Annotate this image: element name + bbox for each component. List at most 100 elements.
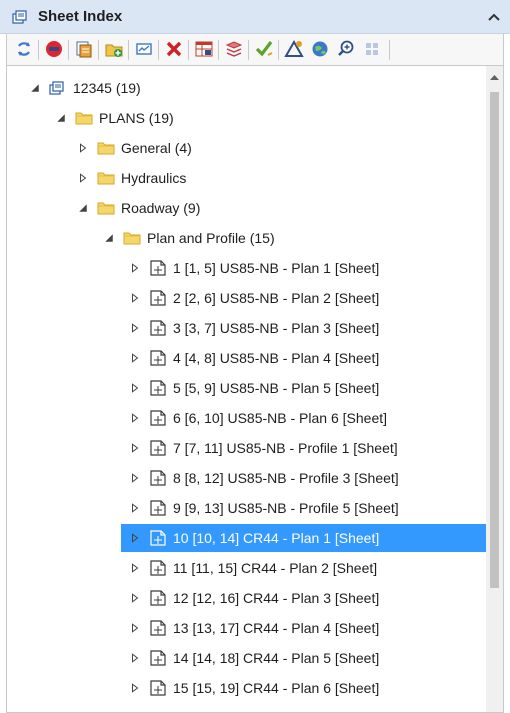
tree-node-plan-and-profile[interactable]: Plan and Profile (15)	[101, 224, 275, 252]
collapsed-arrow-icon[interactable]	[127, 560, 143, 576]
expanded-arrow-icon[interactable]	[53, 110, 69, 126]
collapsed-arrow-icon[interactable]	[127, 530, 143, 546]
sheet-row[interactable]: 15 [15, 19] CR44 - Plan 6 [Sheet]	[127, 674, 379, 702]
toolbar	[6, 34, 504, 66]
expanded-arrow-icon[interactable]	[101, 230, 117, 246]
stop-icon[interactable]	[43, 38, 65, 60]
sheet-icon	[149, 500, 167, 516]
sheet-row[interactable]: 5 [5, 9] US85-NB - Plan 5 [Sheet]	[127, 374, 379, 402]
scroll-up-arrow-icon[interactable]	[486, 70, 503, 84]
sheet-icon	[149, 470, 167, 486]
collapsed-arrow-icon[interactable]	[127, 470, 143, 486]
sheet-icon	[149, 320, 167, 336]
sheet-icon	[149, 410, 167, 426]
collapsed-arrow-icon[interactable]	[127, 350, 143, 366]
sheet-row[interactable]: 8 [8, 12] US85-NB - Profile 3 [Sheet]	[127, 464, 399, 492]
collapsed-arrow-icon[interactable]	[75, 140, 91, 156]
sheet-icon	[149, 290, 167, 306]
vertical-scrollbar[interactable]	[486, 66, 503, 712]
table-icon[interactable]	[193, 38, 215, 60]
sheet-label: 2 [2, 6] US85-NB - Plan 2 [Sheet]	[173, 290, 380, 306]
tree-node-label: 12345 (19)	[73, 80, 141, 96]
sheet-icon	[149, 620, 167, 636]
globe-icon[interactable]	[309, 38, 331, 60]
tree-node-label: Roadway (9)	[121, 200, 201, 216]
sheet-row[interactable]: 4 [4, 8] US85-NB - Plan 4 [Sheet]	[127, 344, 379, 372]
sheet-row[interactable]: 14 [14, 18] CR44 - Plan 5 [Sheet]	[127, 644, 379, 672]
tree-node-root[interactable]: 12345 (19)	[27, 74, 141, 102]
properties-icon[interactable]	[133, 38, 155, 60]
sheet-label: 3 [3, 7] US85-NB - Plan 3 [Sheet]	[173, 320, 380, 336]
panel-title: Sheet Index	[38, 8, 123, 25]
tree-node-hydraulics[interactable]: Hydraulics	[75, 164, 186, 192]
collapsed-arrow-icon[interactable]	[127, 500, 143, 516]
collapsed-arrow-icon[interactable]	[127, 650, 143, 666]
sheet-row[interactable]: 1 [1, 5] US85-NB - Plan 1 [Sheet]	[127, 254, 379, 282]
scrollbar-thumb[interactable]	[490, 92, 499, 588]
sheet-row[interactable]: 6 [6, 10] US85-NB - Plan 6 [Sheet]	[127, 404, 387, 432]
zoom-icon[interactable]	[335, 38, 357, 60]
sheet-tree: 12345 (19) PLANS (19) General (4) Hydrau…	[6, 66, 504, 713]
sheet-label: 11 [11, 15] CR44 - Plan 2 [Sheet]	[173, 560, 378, 576]
collapsed-arrow-icon[interactable]	[75, 170, 91, 186]
sheet-icon	[149, 680, 167, 696]
refresh-icon[interactable]	[13, 38, 35, 60]
folder-icon	[123, 230, 141, 246]
sheet-label: 1 [1, 5] US85-NB - Plan 1 [Sheet]	[173, 260, 380, 276]
chevron-up-icon[interactable]	[486, 9, 502, 25]
delete-icon[interactable]	[163, 38, 185, 60]
sheet-row[interactable]: 11 [11, 15] CR44 - Plan 2 [Sheet]	[127, 554, 377, 582]
tree-node-label: Plan and Profile (15)	[147, 230, 275, 246]
sheet-label: 15 [15, 19] CR44 - Plan 6 [Sheet]	[173, 680, 380, 696]
sheet-icon	[149, 440, 167, 456]
layers-icon[interactable]	[223, 38, 245, 60]
add-folder-icon[interactable]	[103, 38, 125, 60]
folder-icon	[75, 110, 93, 126]
collapsed-arrow-icon[interactable]	[127, 410, 143, 426]
sheet-label: 14 [14, 18] CR44 - Plan 5 [Sheet]	[173, 650, 380, 666]
tree-node-label: Hydraulics	[121, 170, 187, 186]
sheet-label: 9 [9, 13] US85-NB - Profile 5 [Sheet]	[173, 500, 399, 516]
sheet-stack-icon[interactable]	[73, 38, 95, 60]
collapsed-arrow-icon[interactable]	[127, 260, 143, 276]
folder-icon	[97, 170, 115, 186]
tree-node-general[interactable]: General (4)	[75, 134, 192, 162]
collapsed-arrow-icon[interactable]	[127, 320, 143, 336]
sheet-icon	[149, 590, 167, 606]
sheet-row[interactable]: 3 [3, 7] US85-NB - Plan 3 [Sheet]	[127, 314, 379, 342]
sheet-row[interactable]: 7 [7, 11] US85-NB - Profile 1 [Sheet]	[127, 434, 398, 462]
tree-node-label: General (4)	[121, 140, 192, 156]
sheet-icon	[149, 350, 167, 366]
warning-icon[interactable]	[283, 38, 305, 60]
sheet-label: 7 [7, 11] US85-NB - Profile 1 [Sheet]	[173, 440, 398, 456]
collapsed-arrow-icon[interactable]	[127, 380, 143, 396]
folder-icon	[97, 200, 115, 216]
tree-node-roadway[interactable]: Roadway (9)	[75, 194, 200, 222]
sheet-label: 4 [4, 8] US85-NB - Plan 4 [Sheet]	[173, 350, 380, 366]
sheet-label: 8 [8, 12] US85-NB - Profile 3 [Sheet]	[173, 470, 399, 486]
folder-icon	[97, 140, 115, 156]
sheet-label: 13 [13, 17] CR44 - Plan 4 [Sheet]	[173, 620, 380, 636]
sheet-row[interactable]: 9 [9, 13] US85-NB - Profile 5 [Sheet]	[127, 494, 399, 522]
sheet-row[interactable]: 2 [2, 6] US85-NB - Plan 2 [Sheet]	[127, 284, 379, 312]
collapsed-arrow-icon[interactable]	[127, 440, 143, 456]
collapsed-arrow-icon[interactable]	[127, 680, 143, 696]
sheet-icon	[149, 380, 167, 396]
sheet-index-icon	[12, 9, 28, 25]
sheet-row[interactable]: 12 [12, 16] CR44 - Plan 3 [Sheet]	[127, 584, 379, 612]
expanded-arrow-icon[interactable]	[75, 200, 91, 216]
tree-node-label: PLANS (19)	[99, 110, 174, 126]
collapsed-arrow-icon[interactable]	[127, 290, 143, 306]
sheet-row[interactable]: 13 [13, 17] CR44 - Plan 4 [Sheet]	[127, 614, 379, 642]
expanded-arrow-icon[interactable]	[27, 80, 43, 96]
sheet-row[interactable]: 10 [10, 14] CR44 - Plan 1 [Sheet]	[121, 524, 487, 552]
check-icon[interactable]	[253, 38, 275, 60]
grid-icon[interactable]	[361, 38, 383, 60]
sheet-icon	[149, 560, 167, 576]
sheet-label: 12 [12, 16] CR44 - Plan 3 [Sheet]	[173, 590, 380, 606]
panel-header: Sheet Index	[0, 0, 510, 34]
collapsed-arrow-icon[interactable]	[127, 590, 143, 606]
sheet-label: 10 [10, 14] CR44 - Plan 1 [Sheet]	[173, 530, 380, 546]
collapsed-arrow-icon[interactable]	[127, 620, 143, 636]
tree-node-plans[interactable]: PLANS (19)	[53, 104, 174, 132]
